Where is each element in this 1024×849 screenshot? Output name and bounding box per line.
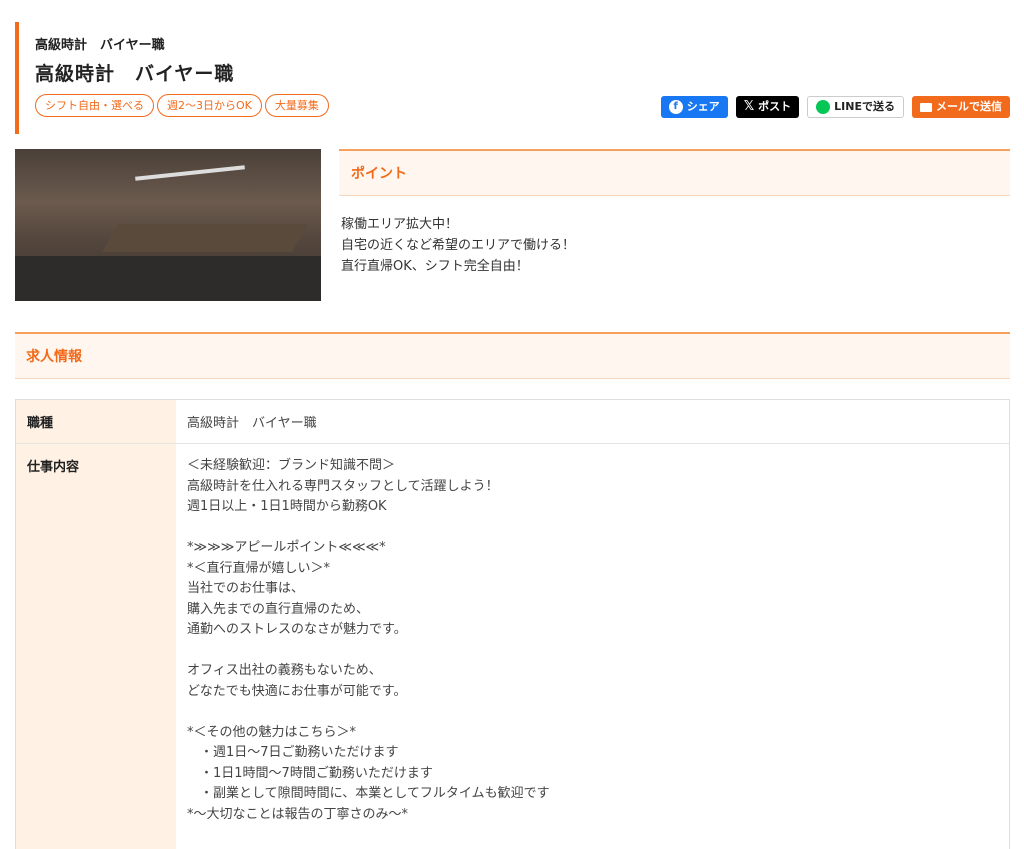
description-line: *～大切なことは報告の丁寧さのみ～* [187,806,409,822]
description-line [187,641,998,662]
x-post-button[interactable]: 𝕏 ポスト [735,96,800,118]
row-label-job-description: 仕事内容 [16,444,176,849]
tag-days: 週2～3日からOK [157,94,262,117]
mail-send-label: メールで送信 [936,100,1002,113]
description-line: ・副業として隙間時間に、本業としてフルタイムも歓迎です [187,786,550,801]
mail-icon [920,102,932,112]
tag-mass-hiring: 大量募集 [264,94,329,117]
description-line [187,702,998,723]
point-line: 直行直帰OK、シフト完全自由！ [341,259,529,274]
job-tags: シフト自由・選べる 週2～3日からOK 大量募集 [35,94,329,117]
x-icon: 𝕏 [743,99,755,114]
description-line: *≫≫≫アピールポイント≪≪≪* [187,540,386,555]
description-line: *＜直行直帰が嬉しい＞* [187,560,331,576]
description-line: ＜未経験歓迎：ブランド知識不問＞ [187,458,396,473]
photo-floor [15,256,321,301]
point-title: ポイント [351,166,407,182]
table-row: 仕事内容 ＜未経験歓迎：ブランド知識不問＞ 高級時計を仕入れる専門スタッフとして活… [16,444,1009,849]
job-info-table: 職種 高級時計 バイヤー職 仕事内容 ＜未経験歓迎：ブランド知識不問＞ 高級時計を… [15,399,1010,849]
photo-ceiling-light [135,165,245,181]
description-line: 高級時計を仕入れる専門スタッフとして活躍しよう！ [187,478,499,494]
facebook-icon: f [668,100,683,114]
description-line: 購入先までの直行直帰のため、 [187,601,370,617]
photo-meeting-table [101,224,309,252]
job-header: 高級時計 バイヤー職 高級時計 バイヤー職 シフト自由・選べる 週2～3日からO… [15,22,1010,134]
point-line: 稼働エリア拡大中！ [341,217,459,232]
mail-send-button[interactable]: メールで送信 [912,96,1010,118]
x-post-label: ポスト [758,100,792,113]
facebook-share-button[interactable]: f シェア [660,96,728,118]
line-icon [816,100,831,114]
table-row: 職種 高級時計 バイヤー職 [16,400,1009,444]
point-line: 自宅の近くなど希望のエリアで働ける！ [341,238,576,253]
line-send-label: LINEで送る [834,100,895,113]
line-send-button[interactable]: LINEで送る [807,96,904,118]
description-line: *＜その他の魅力はこちら＞* [187,724,357,740]
description-line: ・週1日～7日ご勤務いただけます [187,745,399,760]
row-value-occupation: 高級時計 バイヤー職 [187,416,317,431]
job-title: 高級時計 バイヤー職 [35,63,235,85]
office-photo [15,149,321,301]
point-text: 稼働エリア拡大中！ 自宅の近くなど希望のエリアで働ける！ 直行直帰OK、シフト完… [341,214,575,277]
description-line: ・1日1時間～7時間ご勤務いただけます [187,765,433,781]
description-line: オフィス出社の義務もないため、 [187,663,382,678]
share-buttons: f シェア 𝕏 ポスト LINEで送る メールで送信 [660,96,1010,118]
job-info-heading-box: 求人情報 [15,332,1010,379]
description-line: どなたでも快適にお仕事が可能です。 [187,683,407,699]
tag-shift-free: シフト自由・選べる [35,94,154,117]
row-value-job-description: ＜未経験歓迎：ブランド知識不問＞ 高級時計を仕入れる専門スタッフとして活躍しよう！… [176,444,1009,849]
point-heading-box: ポイント [339,149,1010,196]
row-label-occupation: 職種 [16,400,176,443]
facebook-share-label: シェア [686,100,720,113]
description-line [187,518,998,539]
description-line: 週1日以上・1日1時間から勤務OK [187,499,387,514]
job-info-title: 求人情報 [26,349,82,365]
description-line: 当社でのお仕事は、 [187,581,305,596]
description-line: 通勤へのストレスのなさが魅力です。 [187,622,407,637]
job-subtitle: 高級時計 バイヤー職 [35,38,165,53]
